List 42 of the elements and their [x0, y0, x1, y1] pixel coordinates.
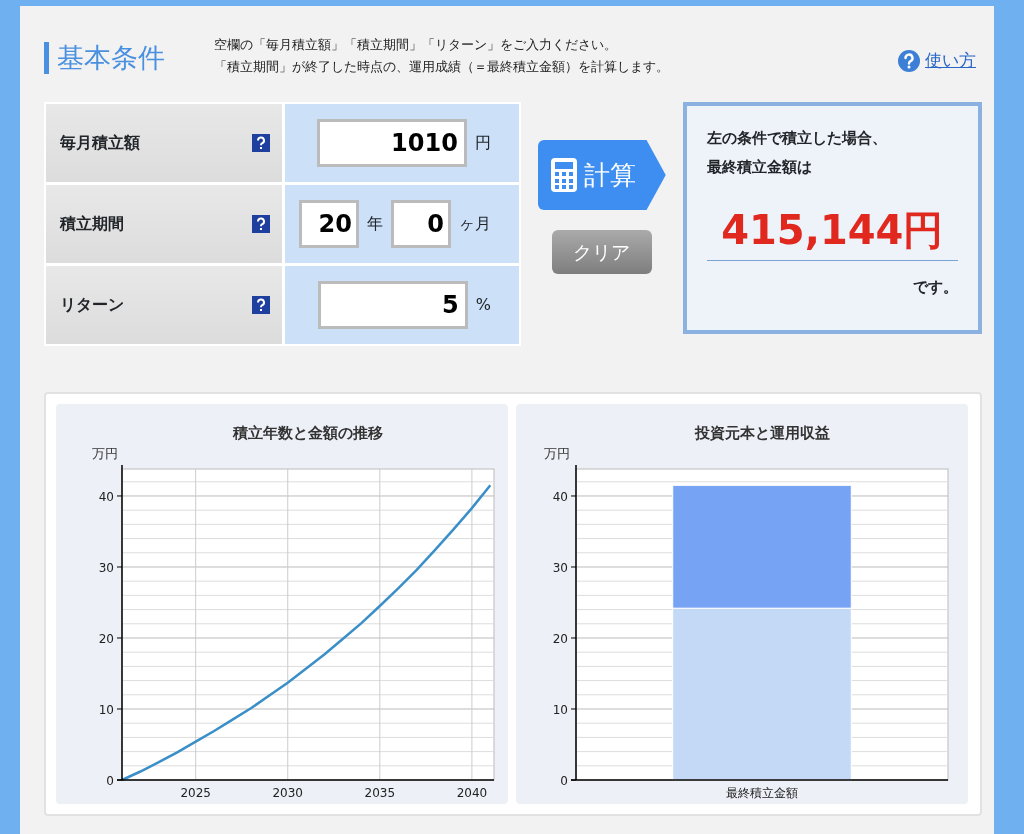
- field-label: リターン: [60, 294, 125, 316]
- tick-label: 2025: [180, 786, 211, 800]
- tick-label: 40: [98, 490, 114, 504]
- result-caption: 左の条件で積立した場合、: [706, 128, 888, 149]
- section-title: 基本条件: [44, 42, 214, 74]
- tick-label: 10: [98, 703, 114, 717]
- help-icon[interactable]: [252, 215, 270, 233]
- chart-title: 積立年数と金額の推移: [233, 424, 383, 442]
- instruction-text: 「積立期間」が終了した時点の、運用成績（＝最終積立金額）を計算します。: [214, 58, 669, 76]
- instruction-text: 空欄の「毎月積立額」「積立期間」「リターン」をご入力ください。: [214, 36, 618, 54]
- unit-label: %: [475, 294, 491, 316]
- chart-title: 投資元本と運用収益: [694, 424, 830, 442]
- axis-unit-label: 万円: [92, 446, 118, 461]
- tick-label: 30: [98, 561, 114, 575]
- unit-label: ヶ月: [458, 213, 491, 235]
- tick-label: 20: [98, 632, 114, 646]
- input-field[interactable]: 5: [317, 281, 468, 329]
- field-label: 積立期間: [60, 213, 125, 235]
- input-field[interactable]: 20: [298, 200, 359, 248]
- tick-label: 2035: [364, 786, 396, 800]
- tick-label: 0: [560, 774, 568, 788]
- help-icon: [897, 48, 921, 73]
- calculator-icon: [549, 157, 578, 193]
- unit-label: 円: [474, 132, 491, 154]
- unit-label: 年: [366, 213, 383, 235]
- tick-label: 30: [552, 561, 568, 575]
- axis-unit-label: 万円: [544, 446, 570, 461]
- tick-label: 40: [552, 490, 568, 504]
- result-suffix: です。: [912, 277, 958, 298]
- category-label: 最終積立金額: [726, 786, 798, 800]
- help-icon[interactable]: [252, 296, 270, 314]
- tick-label: 2030: [272, 786, 303, 800]
- input-field[interactable]: 0: [390, 200, 451, 248]
- tick-label: 0: [106, 774, 114, 788]
- input-field[interactable]: 1010: [316, 119, 467, 167]
- result-caption: 最終積立金額は: [706, 157, 813, 178]
- result-amount: 415,144円: [706, 204, 958, 261]
- help-icon[interactable]: [252, 134, 270, 152]
- tick-label: 2040: [456, 786, 488, 800]
- field-label: 毎月積立額: [60, 132, 141, 154]
- tick-label: 20: [552, 632, 568, 646]
- tick-label: 10: [552, 703, 568, 717]
